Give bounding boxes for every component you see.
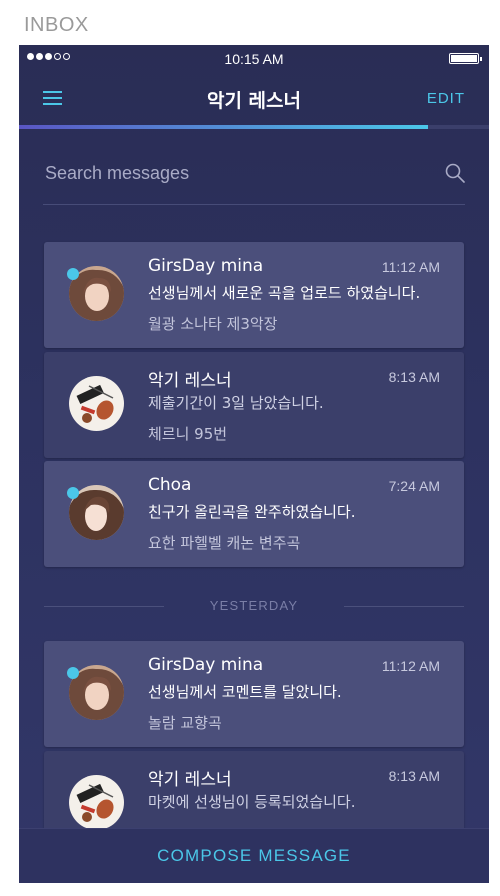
message-subject: 놀람 교향곡 <box>148 714 222 732</box>
message-subject: 요한 파헬벨 캐논 변주곡 <box>148 534 301 552</box>
message-time: 8:13 AM <box>388 369 440 385</box>
nav-bar: 악기 레스너 EDIT <box>19 73 489 125</box>
message-item[interactable]: GirsDay mina 11:12 AM 선생님께서 코멘트를 달았니다. 놀… <box>44 641 464 747</box>
search-input[interactable] <box>45 161 425 185</box>
message-preview: 선생님께서 코멘트를 달았니다. <box>148 683 342 701</box>
avatar <box>69 376 124 431</box>
message-item[interactable]: 악기 레스너 8:13 AM 제출기간이 3일 남았습니다. 체르니 95번 <box>44 352 464 458</box>
phone-screen: 10:15 AM 악기 레스너 EDIT GirsDay mina 11:12 … <box>19 45 489 883</box>
progress-bar <box>19 125 489 129</box>
search-icon[interactable] <box>445 163 465 183</box>
sender-name: Choa <box>148 475 192 495</box>
status-time: 10:15 AM <box>224 51 284 67</box>
message-subject: 월광 소나타 제3악장 <box>148 315 278 333</box>
compose-message-button[interactable]: COMPOSE MESSAGE <box>19 828 489 883</box>
date-divider-label: YESTERDAY <box>209 598 299 613</box>
search-bar <box>43 145 465 205</box>
page-title: 악기 레스너 <box>206 90 301 112</box>
message-subject: 체르니 95번 <box>148 425 228 443</box>
edit-button[interactable]: EDIT <box>427 90 465 107</box>
message-preview: 친구가 올린곡을 완주하였습니다. <box>148 503 356 521</box>
message-time: 11:12 AM <box>381 658 440 674</box>
progress-fill <box>19 125 428 129</box>
sender-name: GirsDay mina <box>148 655 264 675</box>
message-time: 7:24 AM <box>388 478 440 494</box>
message-preview: 마켓에 선생님이 등록되었습니다. <box>148 793 356 811</box>
avatar <box>69 775 124 830</box>
unread-indicator <box>67 268 79 280</box>
message-preview: 제출기간이 3일 남았습니다. <box>148 394 324 412</box>
sender-name: GirsDay mina <box>148 256 264 276</box>
unread-indicator <box>67 667 79 679</box>
sender-name: 악기 레스너 <box>148 371 232 391</box>
instruments-icon <box>69 775 124 830</box>
message-time: 11:12 AM <box>381 259 440 275</box>
message-item[interactable]: GirsDay mina 11:12 AM 선생님께서 새로운 곡을 업로드 하… <box>44 242 464 348</box>
status-bar: 10:15 AM <box>19 45 489 73</box>
message-time: 8:13 AM <box>388 768 440 784</box>
message-item[interactable]: Choa 7:24 AM 친구가 올린곡을 완주하였습니다. 요한 파헬벨 캐논… <box>44 461 464 567</box>
frame-label: INBOX <box>24 14 89 36</box>
sender-name: 악기 레스너 <box>148 770 232 790</box>
message-preview: 선생님께서 새로운 곡을 업로드 하였습니다. <box>148 284 421 302</box>
instruments-icon <box>69 376 124 431</box>
unread-indicator <box>67 487 79 499</box>
date-divider: YESTERDAY <box>44 597 464 617</box>
battery-icon <box>449 53 482 64</box>
